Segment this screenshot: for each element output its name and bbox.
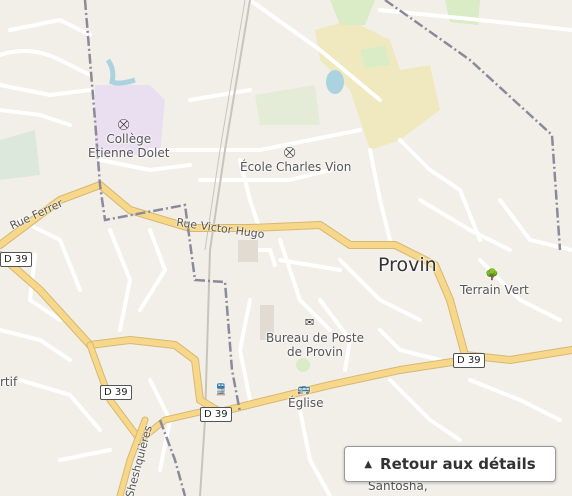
pond — [326, 70, 344, 94]
railway-icon: 🚆 — [214, 383, 228, 396]
triangle-up-icon: ▲ — [364, 458, 373, 470]
road-shield-d39: D 39 — [0, 252, 32, 267]
town-label: Provin — [378, 254, 437, 276]
college-label: Collège Etienne Dolet — [88, 132, 170, 160]
poste-label: Bureau de Poste de Provin — [266, 331, 364, 359]
post-office-icon: ✉ — [305, 316, 315, 329]
santosha-label: Santosha, — [368, 479, 428, 493]
road-shield-d39: D 39 — [100, 385, 132, 400]
eglise-label: Église — [288, 396, 324, 410]
ecole-label: École Charles Vion — [240, 160, 352, 174]
map[interactable]: ⛒ Collège Etienne Dolet ⛒ École Charles … — [0, 0, 572, 496]
school-icon: ⛒ — [118, 118, 130, 131]
back-to-details-label: Retour aux détails — [380, 455, 536, 473]
back-to-details-button[interactable]: ▲ Retour aux détails — [344, 446, 556, 482]
tree-icon: 🌳 — [485, 268, 499, 281]
road-shield-d39: D 39 — [200, 407, 232, 422]
road-shield-d39: D 39 — [453, 353, 485, 368]
map-canvas — [0, 0, 572, 496]
rtif-label: rtif — [0, 375, 18, 389]
terrain-label: Terrain Vert — [460, 283, 529, 297]
school-icon: ⛒ — [284, 146, 296, 159]
bus-stop-icon: 🚌 — [297, 382, 311, 395]
